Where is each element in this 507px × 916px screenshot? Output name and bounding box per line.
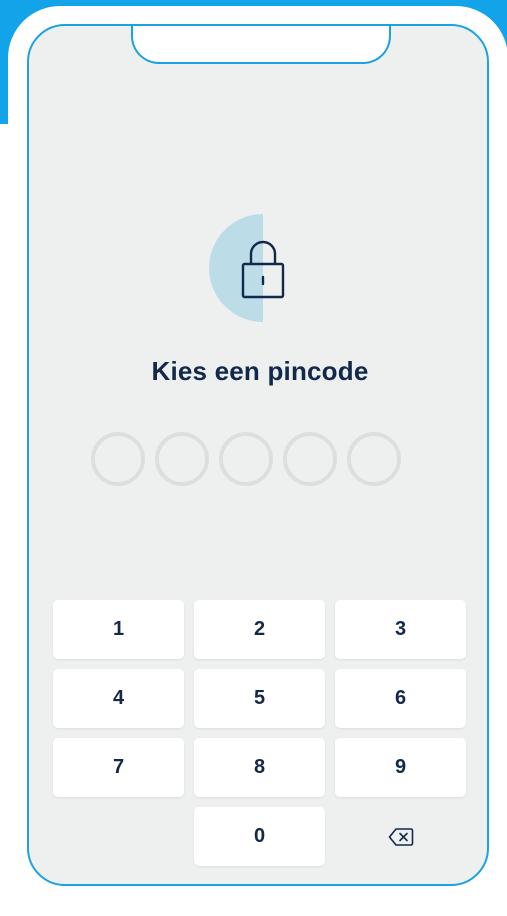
key-5[interactable]: 5 <box>194 669 325 728</box>
key-8[interactable]: 8 <box>194 738 325 797</box>
pin-dot <box>283 432 337 486</box>
pin-dot <box>219 432 273 486</box>
key-6[interactable]: 6 <box>335 669 466 728</box>
backspace-icon <box>388 827 413 846</box>
phone-screen: Kies een pincode 1 2 3 4 5 6 7 8 9 0 <box>27 24 489 886</box>
pin-dot <box>155 432 209 486</box>
key-1[interactable]: 1 <box>53 600 184 659</box>
backspace-button[interactable] <box>335 807 466 866</box>
key-0[interactable]: 0 <box>194 807 325 866</box>
pin-dot <box>347 432 401 486</box>
key-3[interactable]: 3 <box>335 600 466 659</box>
key-7[interactable]: 7 <box>53 738 184 797</box>
key-9[interactable]: 9 <box>335 738 466 797</box>
phone-notch <box>131 26 391 64</box>
pin-indicator <box>91 432 401 486</box>
numeric-keypad: 1 2 3 4 5 6 7 8 9 0 <box>53 600 467 868</box>
pin-dot <box>91 432 145 486</box>
lock-icon <box>209 214 319 324</box>
key-2[interactable]: 2 <box>194 600 325 659</box>
key-4[interactable]: 4 <box>53 669 184 728</box>
page-title: Kies een pincode <box>151 356 369 386</box>
